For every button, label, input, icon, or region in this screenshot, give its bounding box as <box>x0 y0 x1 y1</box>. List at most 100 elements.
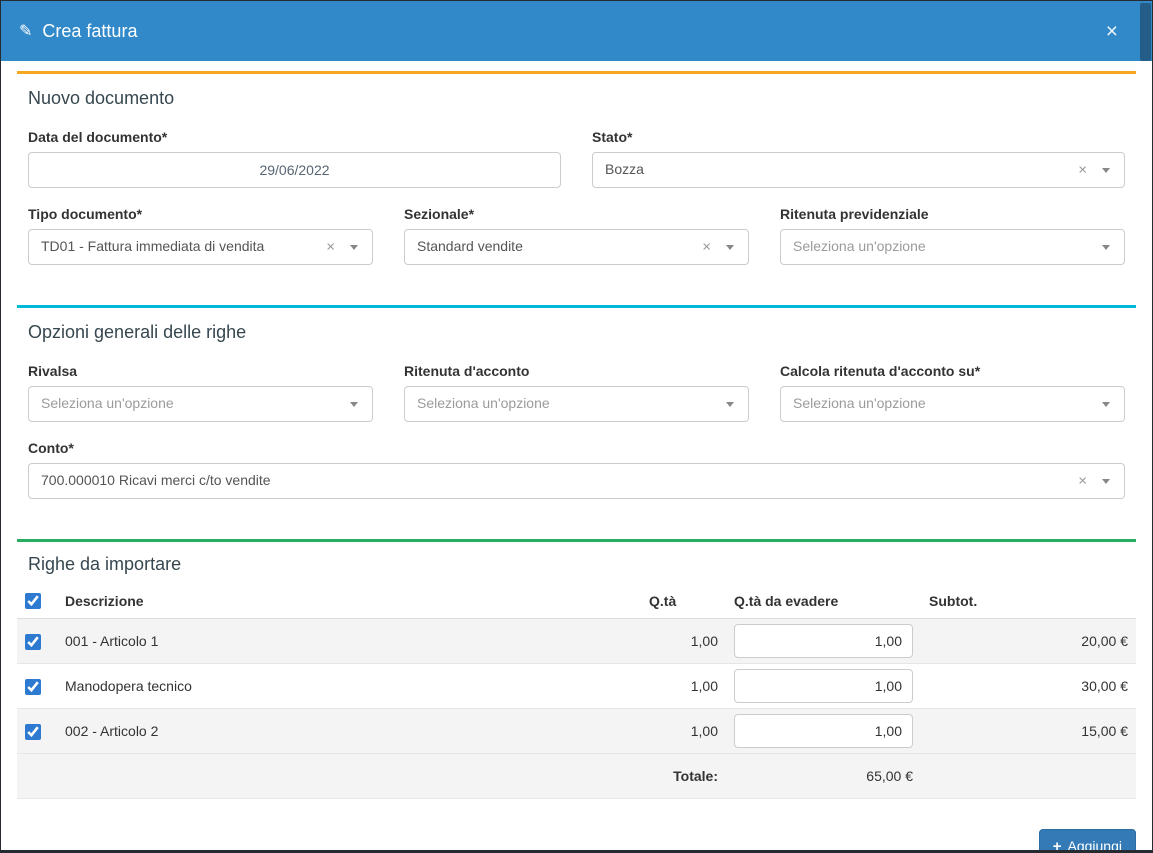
modal-body: Nuovo documento Data del documento* Stat… <box>1 71 1152 853</box>
qta-evadere-input[interactable] <box>734 714 913 748</box>
clear-icon[interactable]: × <box>1078 474 1087 489</box>
select-all-checkbox[interactable] <box>25 593 41 609</box>
sezionale-selected-value: Standard vendite <box>417 238 523 254</box>
ritenuta-acconto-placeholder: Seleziona un'opzione <box>417 395 550 411</box>
qta-evadere-input[interactable] <box>734 669 913 703</box>
field-calcola-ritenuta: Calcola ritenuta d'acconto su* Seleziona… <box>780 363 1125 422</box>
section-title-righe-da-importare: Righe da importare <box>28 554 1125 575</box>
row-descrizione: 001 - Articolo 1 <box>57 619 641 664</box>
ritenuta-acconto-select[interactable]: Seleziona un'opzione <box>404 386 749 422</box>
row-qta-evadere-cell <box>726 619 921 664</box>
total-empty-cell <box>921 754 1136 799</box>
row-checkbox-cell <box>17 619 57 664</box>
table-row: 001 - Articolo 1 1,00 20,00 € <box>17 619 1136 664</box>
scrollbar-thumb[interactable] <box>1140 3 1151 61</box>
field-tipo-documento: Tipo documento* TD01 - Fattura immediata… <box>28 206 373 265</box>
qta-evadere-input[interactable] <box>734 624 913 658</box>
tipo-documento-select[interactable]: TD01 - Fattura immediata di vendita × <box>28 229 373 265</box>
ritenuta-previdenziale-placeholder: Seleziona un'opzione <box>793 238 926 254</box>
clear-icon[interactable]: × <box>1078 163 1087 178</box>
section-title-opzioni-generali: Opzioni generali delle righe <box>28 322 1125 343</box>
sezionale-label: Sezionale* <box>404 206 749 222</box>
form-row: Data del documento* Stato* Bozza × <box>28 129 1125 188</box>
close-button[interactable]: × <box>1106 21 1118 42</box>
field-ritenuta-previdenziale: Ritenuta previdenziale Seleziona un'opzi… <box>780 206 1125 265</box>
modal-footer: + Aggiungi <box>1 819 1152 853</box>
rivalsa-select[interactable]: Seleziona un'opzione <box>28 386 373 422</box>
ritenuta-acconto-label: Ritenuta d'acconto <box>404 363 749 379</box>
row-descrizione: Manodopera tecnico <box>57 664 641 709</box>
chevron-down-icon <box>726 402 734 407</box>
section-nuovo-documento: Nuovo documento Data del documento* Stat… <box>17 71 1136 289</box>
row-qta: 1,00 <box>641 709 726 754</box>
chevron-down-icon <box>1102 479 1110 484</box>
stato-selected-value: Bozza <box>605 161 644 177</box>
pencil-icon: ✎ <box>19 21 32 41</box>
row-qta: 1,00 <box>641 619 726 664</box>
row-checkbox-cell <box>17 664 57 709</box>
righe-table: Descrizione Q.tà Q.tà da evadere Subtot.… <box>17 583 1136 799</box>
chevron-down-icon <box>726 245 734 250</box>
stato-label: Stato* <box>592 129 1125 145</box>
form-row: Tipo documento* TD01 - Fattura immediata… <box>28 206 1125 265</box>
total-row: Totale: 65,00 € <box>17 754 1136 799</box>
row-subtot: 30,00 € <box>921 664 1136 709</box>
sezionale-select[interactable]: Standard vendite × <box>404 229 749 265</box>
table-row: Manodopera tecnico 1,00 30,00 € <box>17 664 1136 709</box>
section-title-nuovo-documento: Nuovo documento <box>28 88 1125 109</box>
ritenuta-previdenziale-label: Ritenuta previdenziale <box>780 206 1125 222</box>
row-qta: 1,00 <box>641 664 726 709</box>
field-conto: Conto* 700.000010 Ricavi merci c/to vend… <box>28 440 1125 499</box>
clear-icon[interactable]: × <box>326 240 335 255</box>
data-documento-label: Data del documento* <box>28 129 561 145</box>
table-row: 002 - Articolo 2 1,00 15,00 € <box>17 709 1136 754</box>
field-stato: Stato* Bozza × <box>592 129 1125 188</box>
chevron-down-icon <box>1102 245 1110 250</box>
stato-select[interactable]: Bozza × <box>592 152 1125 188</box>
clear-icon[interactable]: × <box>702 240 711 255</box>
conto-selected-value: 700.000010 Ricavi merci c/to vendite <box>41 472 271 488</box>
rivalsa-placeholder: Seleziona un'opzione <box>41 395 174 411</box>
total-value: 65,00 € <box>726 754 921 799</box>
row-checkbox[interactable] <box>25 724 41 740</box>
row-descrizione: 002 - Articolo 2 <box>57 709 641 754</box>
ritenuta-previdenziale-select[interactable]: Seleziona un'opzione <box>780 229 1125 265</box>
total-label: Totale: <box>17 754 726 799</box>
calcola-ritenuta-placeholder: Seleziona un'opzione <box>793 395 926 411</box>
form-row: Conto* 700.000010 Ricavi merci c/to vend… <box>28 440 1125 499</box>
chevron-down-icon <box>1102 168 1110 173</box>
field-sezionale: Sezionale* Standard vendite × <box>404 206 749 265</box>
tipo-documento-selected-value: TD01 - Fattura immediata di vendita <box>41 238 264 254</box>
aggiungi-button[interactable]: + Aggiungi <box>1039 829 1136 853</box>
table-header-row: Descrizione Q.tà Q.tà da evadere Subtot. <box>17 583 1136 619</box>
row-checkbox[interactable] <box>25 679 41 695</box>
col-header-subtot: Subtot. <box>921 583 1136 619</box>
plus-icon: + <box>1053 839 1062 853</box>
conto-select[interactable]: 700.000010 Ricavi merci c/to vendite × <box>28 463 1125 499</box>
data-documento-input[interactable] <box>28 152 561 188</box>
row-checkbox[interactable] <box>25 634 41 650</box>
field-rivalsa: Rivalsa Seleziona un'opzione <box>28 363 373 422</box>
aggiungi-button-label: Aggiungi <box>1068 838 1123 853</box>
col-header-descrizione: Descrizione <box>57 583 641 619</box>
section-opzioni-generali: Opzioni generali delle righe Rivalsa Sel… <box>17 305 1136 523</box>
tipo-documento-label: Tipo documento* <box>28 206 373 222</box>
row-subtot: 20,00 € <box>921 619 1136 664</box>
chevron-down-icon <box>350 245 358 250</box>
calcola-ritenuta-select[interactable]: Seleziona un'opzione <box>780 386 1125 422</box>
modal-header: ✎ Crea fattura × <box>1 1 1152 61</box>
row-checkbox-cell <box>17 709 57 754</box>
modal-title: Crea fattura <box>42 21 137 42</box>
row-qta-evadere-cell <box>726 664 921 709</box>
col-header-qta-da-evadere: Q.tà da evadere <box>726 583 921 619</box>
col-header-qta: Q.tà <box>641 583 726 619</box>
form-row: Rivalsa Seleziona un'opzione Ritenuta d'… <box>28 363 1125 422</box>
calcola-ritenuta-label: Calcola ritenuta d'acconto su* <box>780 363 1125 379</box>
chevron-down-icon <box>350 402 358 407</box>
field-ritenuta-acconto: Ritenuta d'acconto Seleziona un'opzione <box>404 363 749 422</box>
header-checkbox-cell <box>17 583 57 619</box>
rivalsa-label: Rivalsa <box>28 363 373 379</box>
chevron-down-icon <box>1102 402 1110 407</box>
section-righe-da-importare: Righe da importare Descrizione Q.tà Q.tà… <box>17 539 1136 803</box>
row-subtot: 15,00 € <box>921 709 1136 754</box>
